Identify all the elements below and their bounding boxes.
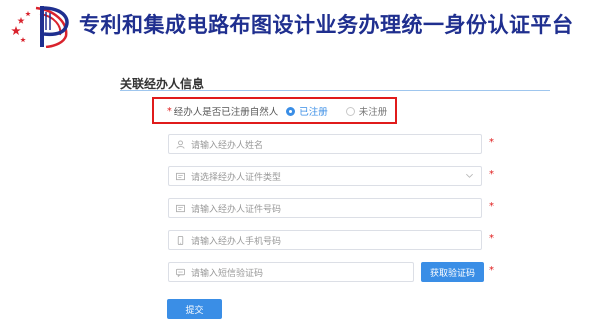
agent-phone-input[interactable]: 请输入经办人手机号码 (168, 230, 482, 250)
chevron-down-icon[interactable] (465, 171, 474, 183)
required-mark: * (489, 201, 494, 212)
agent-id-number-placeholder: 请输入经办人证件号码 (191, 204, 282, 215)
cnipa-logo (11, 6, 69, 48)
message-icon (175, 267, 185, 277)
required-mark: * (489, 137, 494, 148)
sms-code-input[interactable]: 请输入短信验证码 (168, 262, 414, 282)
phone-icon (175, 235, 185, 245)
required-mark: * (489, 233, 494, 244)
section-divider (120, 90, 550, 91)
radio-option-unregistered[interactable]: 未注册 (345, 104, 388, 118)
id-card-icon (175, 171, 185, 181)
radio-option-label[interactable]: 已注册 (299, 104, 328, 118)
radio-checked-icon[interactable] (286, 106, 296, 116)
registered-radio-group: * 经办人是否已注册自然人 已注册 未注册 (167, 104, 405, 119)
agent-id-type-select[interactable]: 请选择经办人证件类型 (168, 166, 482, 186)
get-code-button[interactable]: 获取验证码 (421, 262, 484, 282)
radio-unchecked-icon[interactable] (345, 106, 355, 116)
required-mark: * (489, 265, 494, 276)
agent-name-input[interactable]: 请输入经办人姓名 (168, 134, 482, 154)
required-mark: * (167, 105, 172, 117)
agent-id-type-placeholder: 请选择经办人证件类型 (191, 172, 282, 183)
registered-label: 经办人是否已注册自然人 (173, 107, 279, 118)
radio-option-registered[interactable]: 已注册 (286, 104, 328, 118)
radio-option-label[interactable]: 未注册 (359, 104, 388, 118)
submit-button[interactable]: 提交 (167, 299, 222, 319)
user-icon (175, 139, 185, 149)
agent-id-number-input[interactable]: 请输入经办人证件号码 (168, 198, 482, 218)
site-title: 专利和集成电路布图设计业务办理统一身份认证平台 (79, 13, 574, 37)
id-card-icon (175, 203, 185, 213)
agent-name-placeholder: 请输入经办人姓名 (191, 140, 264, 151)
agent-phone-placeholder: 请输入经办人手机号码 (191, 236, 282, 247)
required-mark: * (489, 169, 494, 180)
sms-code-placeholder: 请输入短信验证码 (191, 268, 264, 279)
